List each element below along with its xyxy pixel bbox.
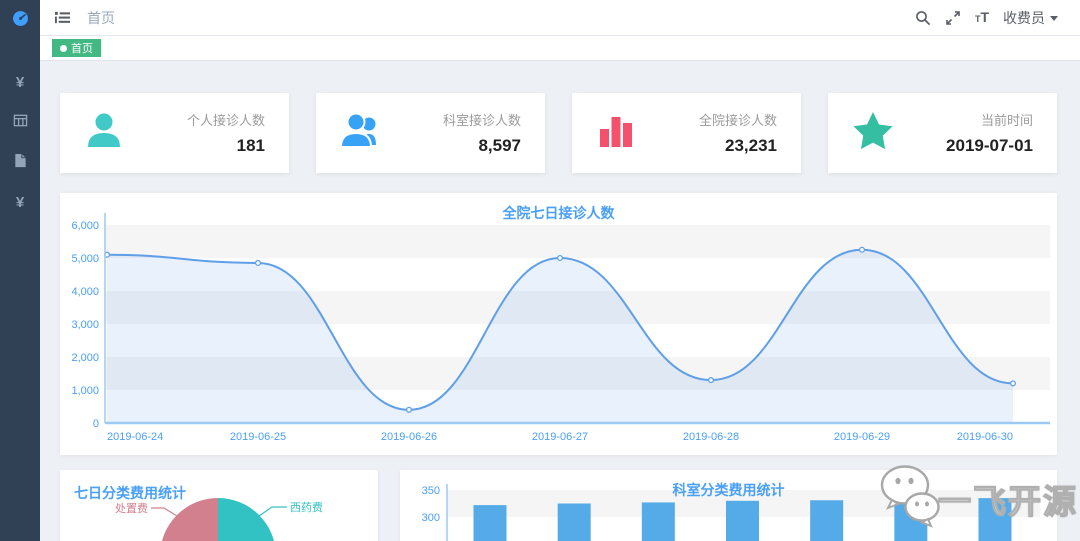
card-label: 个人接诊人数 bbox=[187, 110, 265, 129]
card-value: 2019-07-01 bbox=[946, 136, 1033, 156]
svg-text:2019-06-29: 2019-06-29 bbox=[834, 431, 890, 443]
line-chart: 01,0002,0003,0004,0005,0006,0002019-06-2… bbox=[60, 193, 1057, 455]
peoples-icon bbox=[338, 109, 384, 158]
pie-chart-title: 七日分类费用统计 bbox=[74, 483, 186, 503]
svg-text:2019-06-30: 2019-06-30 bbox=[957, 431, 1013, 443]
person-icon bbox=[82, 109, 126, 158]
pie-chart-panel: 七日分类费用统计 处置费 西药费 bbox=[60, 470, 378, 541]
yen-icon: ¥ bbox=[16, 74, 24, 91]
sidebar-item-charge[interactable]: ¥ bbox=[0, 62, 40, 102]
bar-chart-icon bbox=[594, 109, 638, 158]
star-icon bbox=[850, 109, 896, 158]
search-icon[interactable] bbox=[915, 10, 931, 26]
table-icon bbox=[13, 113, 28, 132]
svg-text:300: 300 bbox=[422, 512, 440, 524]
sidebar-item-dashboard[interactable] bbox=[0, 0, 40, 40]
tags-view-bar: 首页 bbox=[40, 36, 1080, 61]
card-personal-visits[interactable]: 个人接诊人数 181 bbox=[60, 93, 289, 173]
pie-chart: 处置费 西药费 bbox=[60, 470, 378, 541]
svg-text:2019-06-28: 2019-06-28 bbox=[683, 431, 739, 443]
card-dept-visits[interactable]: 科室接诊人数 8,597 bbox=[316, 93, 545, 173]
font-size-icon[interactable]: TT bbox=[975, 9, 989, 27]
sidebar-item-fee[interactable]: ¥ bbox=[0, 182, 40, 222]
active-dot-icon bbox=[60, 45, 67, 52]
sidebar-item-report[interactable] bbox=[0, 142, 40, 182]
svg-text:3,000: 3,000 bbox=[71, 319, 99, 331]
tab-label: 首页 bbox=[71, 40, 93, 56]
hamburger-icon[interactable] bbox=[54, 10, 71, 25]
line-chart-panel: 全院七日接诊人数 01,0002,0003,0004,0005,0006,000… bbox=[60, 193, 1057, 455]
svg-text:5,000: 5,000 bbox=[71, 253, 99, 265]
breadcrumb[interactable]: 首页 bbox=[87, 8, 115, 28]
svg-text:2019-06-24: 2019-06-24 bbox=[107, 431, 163, 443]
line-chart-title: 全院七日接诊人数 bbox=[60, 203, 1057, 223]
svg-text:2019-06-26: 2019-06-26 bbox=[381, 431, 437, 443]
card-label: 全院接诊人数 bbox=[699, 110, 777, 129]
card-label: 科室接诊人数 bbox=[443, 110, 521, 129]
user-dropdown[interactable]: 收费员 bbox=[1003, 8, 1058, 28]
svg-text:2,000: 2,000 bbox=[71, 352, 99, 364]
tab-home[interactable]: 首页 bbox=[52, 39, 101, 57]
svg-text:西药费: 西药费 bbox=[290, 501, 323, 514]
card-value: 23,231 bbox=[699, 136, 777, 156]
svg-text:2019-06-25: 2019-06-25 bbox=[230, 431, 286, 443]
sidebar: ¥ ¥ bbox=[0, 0, 40, 541]
bar-chart-panel: 科室分类费用统计 350300 bbox=[400, 470, 1057, 541]
svg-text:处置费: 处置费 bbox=[115, 502, 148, 515]
document-icon bbox=[13, 153, 27, 172]
top-navbar: 首页 TT 收费员 bbox=[40, 0, 1080, 36]
svg-text:0: 0 bbox=[93, 418, 99, 430]
card-value: 8,597 bbox=[443, 136, 521, 156]
card-hospital-visits[interactable]: 全院接诊人数 23,231 bbox=[572, 93, 801, 173]
svg-text:2019-06-27: 2019-06-27 bbox=[532, 431, 588, 443]
sidebar-item-table[interactable] bbox=[0, 102, 40, 142]
card-current-time[interactable]: 当前时间 2019-07-01 bbox=[828, 93, 1057, 173]
yen-icon: ¥ bbox=[16, 194, 24, 211]
bar-chart-title: 科室分类费用统计 bbox=[400, 480, 1057, 500]
fullscreen-icon[interactable] bbox=[945, 10, 961, 26]
user-name: 收费员 bbox=[1003, 8, 1045, 28]
card-value: 181 bbox=[187, 136, 265, 156]
card-label: 当前时间 bbox=[946, 110, 1033, 129]
dashboard-icon bbox=[12, 10, 29, 31]
chevron-down-icon bbox=[1050, 16, 1058, 21]
svg-text:4,000: 4,000 bbox=[71, 286, 99, 298]
svg-text:1,000: 1,000 bbox=[71, 385, 99, 397]
